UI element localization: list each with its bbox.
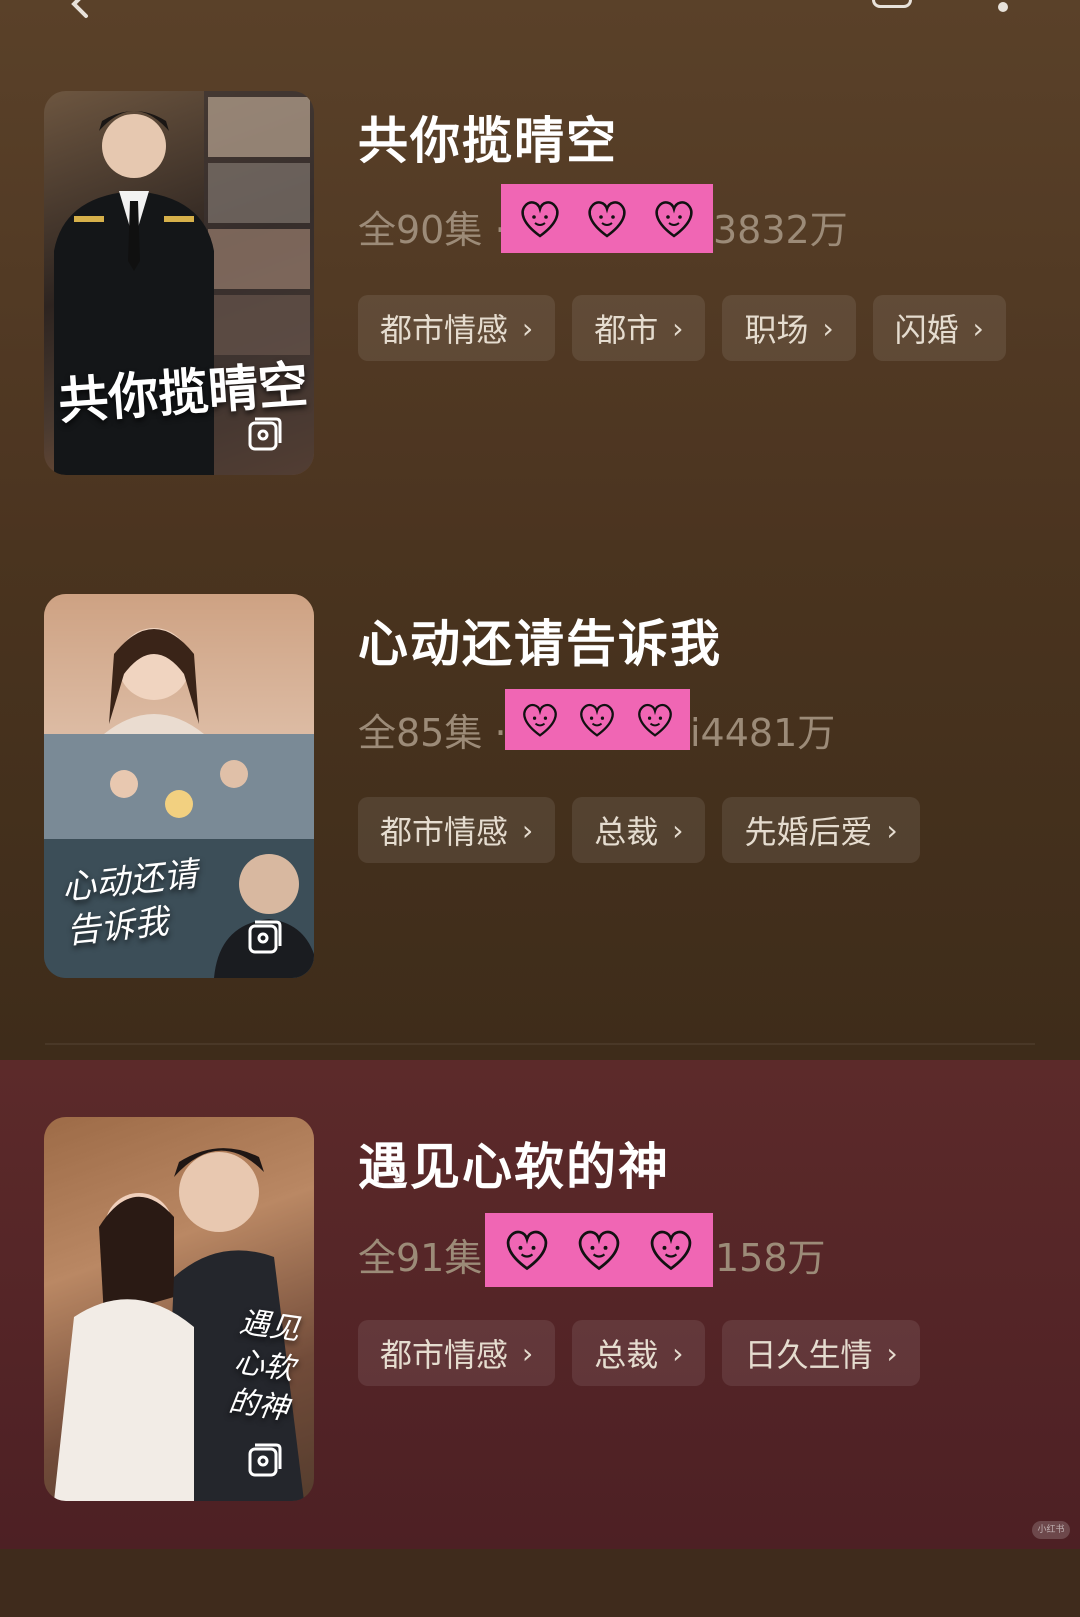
tag-chip[interactable]: 职场 › [722, 295, 856, 361]
chevron-right-icon: › [672, 311, 684, 345]
drama-poster[interactable]: 遇见心软的神 [44, 1117, 314, 1501]
tag-label: 日久生情 [744, 1336, 873, 1374]
chevron-right-icon: › [822, 311, 834, 345]
tag-chip[interactable]: 日久生情 › [722, 1320, 920, 1386]
tag-list: 都市情感 › 总裁 › 日久生情 › [358, 1320, 920, 1386]
chevron-right-icon: › [672, 1336, 684, 1370]
tag-label: 职场 [744, 311, 809, 349]
chevron-left-icon[interactable] [60, 0, 90, 20]
tag-label: 都市情感 [380, 813, 509, 851]
drama-meta: 全85集 · [358, 702, 507, 757]
tag-chip[interactable]: 都市情感 › [358, 1320, 556, 1386]
gallery-icon[interactable] [246, 1441, 284, 1479]
tag-label: 总裁 [594, 813, 659, 851]
drama-card[interactable]: 遇见心软的神 遇见心软的神 全91集 158万 都市情感 › 总裁 › 日久生情 › [0, 1117, 1080, 1617]
heart-icon [506, 1230, 548, 1271]
chevron-right-icon: › [522, 813, 534, 847]
share-square-icon[interactable] [872, 0, 912, 8]
gallery-icon[interactable] [246, 918, 284, 956]
heart-icon [523, 703, 557, 737]
heart-icon [580, 703, 615, 737]
chevron-right-icon: › [886, 813, 898, 847]
drama-poster[interactable]: 共你揽晴空 [44, 91, 314, 475]
tag-label: 先婚后爱 [744, 813, 873, 851]
watermark: 小红书 [1032, 1521, 1070, 1539]
heart-icon [578, 1230, 620, 1271]
heart-icon [655, 200, 693, 238]
poster-title: 心动还请告诉我 [59, 854, 200, 953]
gallery-icon[interactable] [246, 415, 284, 453]
heart-sticker [501, 184, 713, 253]
drama-card[interactable]: 心动还请告诉我 心动还请告诉我 全85集 · i4481万 都市情感 › 总裁 › … [0, 594, 1080, 1094]
chevron-right-icon: › [522, 1336, 534, 1370]
tag-list: 都市情感 › 都市 › 职场 › 闪婚 › [358, 295, 1006, 361]
chevron-right-icon: › [522, 311, 534, 345]
tag-label: 都市情感 [380, 1336, 509, 1374]
tag-label: 总裁 [594, 1336, 659, 1374]
heart-icon [650, 1230, 692, 1271]
tag-chip[interactable]: 总裁 › [572, 1320, 706, 1386]
drama-meta: 全90集 · [358, 199, 507, 254]
heart-icon [588, 200, 626, 238]
chevron-right-icon: › [672, 813, 684, 847]
tag-chip[interactable]: 先婚后爱 › [722, 797, 920, 863]
heart-icon [521, 200, 559, 238]
more-dots-icon[interactable] [998, 2, 1008, 12]
tag-label: 都市情感 [380, 311, 509, 349]
drama-title[interactable]: 遇见心软的神 [358, 1127, 670, 1199]
tag-chip[interactable]: 都市情感 › [358, 295, 556, 361]
heart-sticker [505, 689, 690, 750]
drama-title[interactable]: 共你揽晴空 [358, 101, 618, 173]
tag-chip[interactable]: 闪婚 › [872, 295, 1006, 361]
episode-count: 全90集 [358, 208, 483, 252]
view-count: i4481万 [690, 711, 836, 755]
drama-poster[interactable]: 心动还请告诉我 [44, 594, 314, 978]
tag-chip[interactable]: 都市情感 › [358, 797, 556, 863]
tag-chip[interactable]: 都市 › [572, 295, 706, 361]
view-count: 3832万 [713, 208, 848, 252]
tag-label: 都市 [594, 311, 659, 349]
heart-sticker [485, 1213, 713, 1287]
chevron-right-icon: › [972, 311, 984, 345]
heart-icon [638, 703, 672, 737]
drama-card[interactable]: 共你揽晴空 共你揽晴空 全90集 · 3832万 都市情感 › 都市 › 职场 › 闪… [0, 91, 1080, 591]
episode-count: 全85集 [358, 711, 483, 755]
chevron-right-icon: › [886, 1336, 898, 1370]
drama-title[interactable]: 心动还请告诉我 [358, 604, 722, 676]
drama-meta: 全91集 [358, 1227, 482, 1282]
view-count: 158万 [715, 1236, 826, 1280]
tag-list: 都市情感 › 总裁 › 先婚后爱 › [358, 797, 920, 863]
tag-chip[interactable]: 总裁 › [572, 797, 706, 863]
tag-label: 闪婚 [894, 311, 959, 349]
episode-count: 全91集 [358, 1236, 483, 1280]
